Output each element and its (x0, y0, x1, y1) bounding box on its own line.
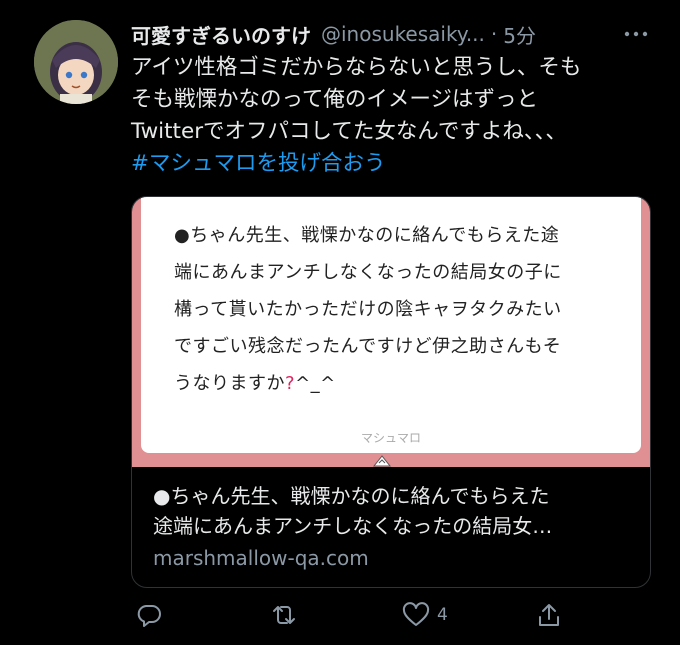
question-line: 構って貰いたかっただけの陰キャヲタクみたい (174, 299, 562, 320)
reply-button[interactable] (135, 600, 163, 630)
marshmallow-logo-icon (372, 453, 392, 467)
tweet-text-line: アイツ性格ゴミだからならないと思うし、そも (131, 55, 582, 80)
heart-icon (401, 601, 431, 629)
question-line-last: うなりますか?^_^ (174, 365, 634, 402)
like-button[interactable]: 4 (401, 600, 448, 630)
question-mark: ? (285, 373, 296, 394)
display-name[interactable]: 可愛すぎるいのすけ (131, 20, 311, 49)
card-info: ●ちゃん先生、戦慄かなのに絡んでもらえた 途端にあんまアンチしなくなったの結局女… (153, 481, 638, 573)
user-handle[interactable]: @inosukesaiky... (321, 22, 485, 46)
reply-icon (135, 601, 163, 629)
share-icon (535, 601, 563, 629)
card-image: ●ちゃん先生、戦慄かなのに絡んでもらえた途 端にあんまアンチしなくなったの結局女… (132, 197, 650, 467)
tweet-header: 可愛すぎるいのすけ @inosukesaiky... · 5分 (131, 20, 651, 48)
retweet-button[interactable] (269, 600, 299, 630)
separator: · (490, 22, 498, 46)
more-dots-icon[interactable] (621, 20, 651, 48)
timestamp[interactable]: 5分 (503, 20, 536, 49)
link-card[interactable]: ●ちゃん先生、戦慄かなのに絡んでもらえた途 端にあんまアンチしなくなったの結局女… (131, 196, 651, 588)
card-title-line: 途端にあんまアンチしなくなったの結局女… (153, 514, 553, 538)
question-line-end: うなりますか (174, 373, 285, 394)
card-title-line: ●ちゃん先生、戦慄かなのに絡んでもらえた (153, 484, 550, 508)
card-domain: marshmallow-qa.com (153, 546, 369, 570)
like-count: 4 (437, 605, 448, 625)
marshmallow-question-paper: ●ちゃん先生、戦慄かなのに絡んでもらえた途 端にあんまアンチしなくなったの結局女… (141, 197, 641, 453)
tweet-text: アイツ性格ゴミだからならないと思うし、そも そも戦慄かなのって俺のイメージはずっ… (131, 52, 651, 180)
card-title: ●ちゃん先生、戦慄かなのに絡んでもらえた 途端にあんまアンチしなくなったの結局女… (153, 481, 638, 541)
share-button[interactable] (535, 600, 563, 630)
question-text: ●ちゃん先生、戦慄かなのに絡んでもらえた途 端にあんまアンチしなくなったの結局女… (174, 217, 634, 402)
question-line: 端にあんまアンチしなくなったの結局女の子に (174, 262, 562, 283)
tweet-text-line: Twitterでオフパコしてた女なんですよね、、、 (131, 119, 567, 144)
tweet-text-line: そも戦慄かなのって俺のイメージはずっと (131, 87, 538, 112)
question-emoticon: ^_^ (295, 373, 336, 394)
question-line: ●ちゃん先生、戦慄かなのに絡んでもらえた途 (174, 225, 560, 246)
brand-label: マシュマロ (360, 431, 421, 445)
action-bar: 4 (131, 600, 631, 630)
hashtag-link[interactable]: #マシュマロを投げ合おう (131, 148, 651, 180)
avatar[interactable] (34, 20, 118, 104)
retweet-icon (269, 601, 299, 629)
question-line: ですごい残念だったんですけど伊之助さんもそ (174, 336, 562, 357)
